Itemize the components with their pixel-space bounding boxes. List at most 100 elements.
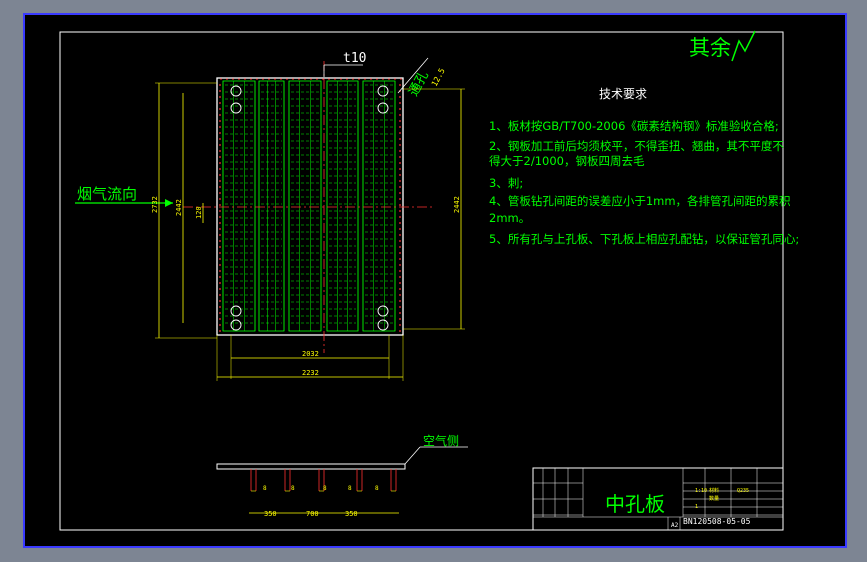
edge-hole-icon: [219, 180, 221, 182]
edge-hole-icon: [399, 318, 401, 320]
air-side-label: 空气侧: [423, 433, 459, 448]
dim-inner-width: 2032: [302, 350, 319, 358]
edge-hole-icon: [262, 78, 264, 80]
plate-outline: [216, 77, 404, 336]
tech-note-item: 得大于2/1000，钢板四周去毛: [489, 154, 645, 168]
edge-hole-icon: [399, 180, 401, 182]
lifting-hole-icon: [230, 305, 242, 317]
edge-hole-icon: [232, 78, 234, 80]
side-dim-right: 350: [345, 510, 358, 518]
edge-hole-icon: [219, 318, 221, 320]
edge-hole-icon: [219, 102, 221, 104]
edge-hole-icon: [219, 324, 221, 326]
edge-hole-icon: [399, 168, 401, 170]
edge-hole-icon: [399, 228, 401, 230]
edge-hole-icon: [219, 192, 221, 194]
tube-bay: [222, 80, 256, 332]
edge-hole-icon: [219, 246, 221, 248]
tech-note-item: 2、钢板加工前后均须校平，不得歪扭、翘曲，其不平度不: [489, 139, 784, 153]
thickness-label: t10: [343, 51, 366, 66]
edge-hole-icon: [219, 258, 221, 260]
edge-hole-icon: [219, 150, 221, 152]
roughness-symbol-icon: [731, 30, 756, 62]
edge-hole-icon: [399, 192, 401, 194]
technical-requirements: 技术要求 1、板材按GB/T700-2006《碳素结构钢》标准验收合格; 2、钢…: [489, 87, 799, 246]
side-dim-left: 350: [264, 510, 277, 518]
edge-hole-icon: [219, 282, 221, 284]
lifting-hole-icon: [377, 319, 389, 331]
tech-note-item: 3、刺;: [489, 176, 523, 190]
tube-field: [222, 80, 396, 332]
edge-hole-icon: [244, 78, 246, 80]
tech-note-item: 5、所有孔与上孔板、下孔板上相应孔配钻，以保证管孔同心;: [489, 232, 799, 246]
edge-hole-icon: [220, 78, 222, 80]
side-small-dim: 8: [323, 485, 327, 492]
tech-note-item: 4、管板钻孔间距的误差应小于1mm，各排管孔间距的累积: [489, 194, 791, 208]
lifting-hole-icon: [230, 102, 242, 114]
edge-hole-icon: [256, 78, 258, 80]
edge-hole-icon: [399, 204, 401, 206]
edge-hole-icon: [219, 234, 221, 236]
lifting-hole-icon: [377, 85, 389, 97]
edge-hole-icon: [346, 78, 348, 80]
edge-hole-icon: [399, 150, 401, 152]
edge-hole-icon: [399, 84, 401, 86]
edge-hole-icon: [219, 288, 221, 290]
side-small-dim: 8: [263, 485, 267, 492]
edge-hole-icon: [310, 78, 312, 80]
lifting-hole-icon: [377, 305, 389, 317]
drawing-number: BN120508-05-05: [683, 517, 751, 526]
edge-hole-icon: [399, 162, 401, 164]
edge-hole-icon: [219, 306, 221, 308]
edge-hole-icon: [399, 300, 401, 302]
edge-hole-icon: [238, 78, 240, 80]
edge-hole-icon: [399, 114, 401, 116]
dim-inner-height: 2442: [175, 199, 183, 216]
edge-hole-icon: [292, 78, 294, 80]
edge-hole-icon: [370, 78, 372, 80]
dim-outer-height: 2732: [151, 196, 159, 213]
edge-hole-icon: [399, 306, 401, 308]
edge-hole-icon: [399, 222, 401, 224]
tech-notes-heading: 技术要求: [599, 87, 647, 101]
edge-hole-icon: [399, 198, 401, 200]
edge-hole-icon: [219, 96, 221, 98]
edge-hole-icon: [399, 276, 401, 278]
edge-hole-icon: [382, 78, 384, 80]
edge-hole-icon: [399, 144, 401, 146]
edge-hole-icon: [219, 168, 221, 170]
edge-hole-icon: [400, 78, 402, 80]
drawing-canvas: 其余 t10 通孔 12.5 烟气流向 2732 2442 120 2442 2…: [23, 13, 847, 548]
dim-small: 120: [195, 206, 203, 219]
tech-note-item: 1、板材按GB/T700-2006《碳素结构钢》标准验收合格;: [489, 119, 779, 133]
edge-hole-icon: [399, 174, 401, 176]
plan-view: t10 通孔 12.5 烟气流向 2732 2442 120 2442 2032…: [75, 51, 465, 381]
edge-hole-icon: [322, 78, 324, 80]
edge-hole-icon: [219, 222, 221, 224]
tube-bay: [258, 80, 285, 332]
edge-hole-icon: [219, 300, 221, 302]
drawing-frame: [59, 31, 784, 531]
edge-hole-icon: [399, 324, 401, 326]
edge-hole-icon: [399, 252, 401, 254]
edge-hole-icon: [219, 126, 221, 128]
edge-hole-icon: [399, 156, 401, 158]
edge-hole-icon: [219, 276, 221, 278]
edge-hole-icon: [399, 294, 401, 296]
edge-hole-icon: [399, 102, 401, 104]
edge-hole-icon: [226, 78, 228, 80]
edge-hole-icon: [219, 144, 221, 146]
sheet-label: A2: [671, 522, 679, 529]
edge-hole-icon: [219, 198, 221, 200]
edge-hole-icon: [399, 312, 401, 314]
edge-hole-icon: [399, 138, 401, 140]
edge-hole-icon: [219, 270, 221, 272]
vent-hole-dim: 12.5: [430, 67, 447, 88]
tb-cell: Q235: [737, 488, 749, 494]
edge-hole-icon: [399, 246, 401, 248]
cad-viewport[interactable]: 其余 t10 通孔 12.5 烟气流向 2732 2442 120 2442 2…: [0, 0, 867, 562]
tb-cell: 1: [695, 504, 698, 510]
edge-hole-icon: [316, 78, 318, 80]
edge-hole-icon: [219, 312, 221, 314]
edge-hole-icon: [388, 78, 390, 80]
